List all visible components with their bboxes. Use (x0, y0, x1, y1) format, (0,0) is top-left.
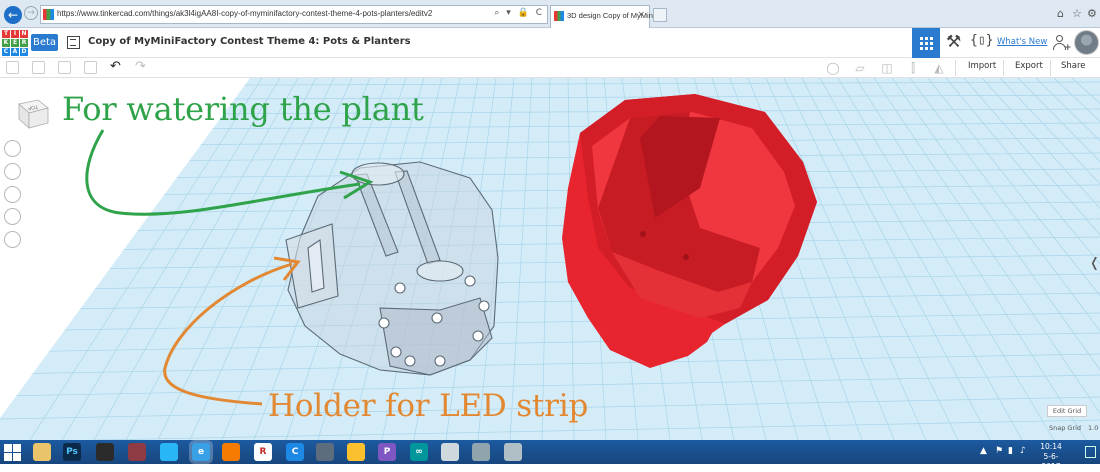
align-icon[interactable]: ⫿ (906, 61, 920, 75)
redo-icon[interactable]: ↷ (135, 59, 146, 74)
notepad-icon[interactable] (441, 443, 459, 461)
toolbar-divider (1050, 60, 1051, 76)
logo-letter: R (20, 39, 28, 47)
home-icon[interactable]: ⌂ (1057, 7, 1064, 20)
add-user-icon[interactable]: + (1052, 34, 1072, 53)
delete-icon[interactable] (84, 61, 97, 74)
group-icon[interactable]: ◫ (880, 61, 894, 75)
snap-grid-label: Snap Grid (1049, 424, 1082, 432)
address-url[interactable]: https://www.tinkercad.com/things/ak3l4ig… (57, 9, 432, 18)
projection-button[interactable] (4, 231, 21, 248)
app-header: T I N K E R C A D Beta Copy of MyMiniFac… (0, 28, 1100, 58)
inkscape-icon[interactable] (96, 443, 114, 461)
share-button[interactable]: Share (1061, 61, 1086, 71)
flag-icon[interactable]: ⚑ (995, 446, 1003, 456)
toolbar: ↶ ↷ ◯ ▱ ◫ ⫿ ◭ Import Export Share (0, 58, 1100, 78)
network-icon[interactable]: ▮ (1008, 446, 1013, 456)
address-bar[interactable]: https://www.tinkercad.com/things/ak3l4ig… (40, 5, 548, 24)
notes-icon[interactable]: ◯ (826, 61, 840, 75)
copy-icon[interactable] (6, 61, 19, 74)
browser-bar: ← → https://www.tinkercad.com/things/ak3… (0, 0, 1100, 28)
clock[interactable]: 10:14 5-6-2017 (1036, 442, 1066, 472)
toolbar-divider (1003, 60, 1004, 76)
cura-icon[interactable]: C (286, 443, 304, 461)
tinkercad-logo[interactable]: T I N K E R C A D (2, 30, 28, 56)
annotation-watering: For watering the plant (62, 90, 424, 128)
codeblocks-icon: {▯} (970, 33, 994, 48)
home-view-button[interactable] (4, 140, 21, 157)
forward-button[interactable]: → (24, 6, 38, 20)
ruler-icon[interactable]: ▱ (853, 61, 867, 75)
taskbar: Ps e R C P ∞ ▲ ⚑ ▮ ♪ 10:14 5-6-2017 (0, 440, 1100, 471)
clock-date: 5-6-2017 (1041, 452, 1061, 471)
arduino-icon[interactable]: ∞ (410, 443, 428, 461)
explorer-icon[interactable] (33, 443, 51, 461)
notifications-icon[interactable] (1085, 446, 1096, 458)
paste-icon[interactable] (32, 61, 45, 74)
purple-app-icon[interactable]: P (378, 443, 396, 461)
bluetooth-icon[interactable] (472, 443, 490, 461)
chrome-like-icon[interactable] (347, 443, 365, 461)
snap-grid-value[interactable]: 1.0 (1088, 424, 1098, 432)
blocks-view-button[interactable]: ⚒ (940, 28, 968, 58)
tab-close-icon[interactable]: × (637, 10, 645, 20)
monitor-icon[interactable] (504, 443, 522, 461)
firefox-icon[interactable] (222, 443, 240, 461)
photoshop-icon[interactable]: Ps (63, 443, 81, 461)
import-button[interactable]: Import (968, 61, 996, 71)
avatar[interactable] (1074, 30, 1099, 55)
address-tools-icon[interactable]: ⌕ ▾ 🔒 C (494, 8, 544, 18)
back-button[interactable]: ← (4, 6, 22, 24)
favorites-icon[interactable]: ☆ (1072, 7, 1082, 20)
paper-plane-icon[interactable] (160, 443, 178, 461)
workspace[interactable]: TOP ❬ Edit Grid Snap Grid 1.0 For wateri… (0, 78, 1100, 440)
plus-icon: + (1064, 43, 1072, 53)
logo-letter: N (20, 30, 28, 38)
logo-letter: E (11, 39, 19, 47)
clock-time: 10:14 (1040, 442, 1062, 451)
design-title[interactable]: Copy of MyMiniFactory Contest Theme 4: P… (88, 36, 411, 47)
start-button[interactable] (4, 444, 21, 461)
logo-letter: C (2, 48, 10, 56)
grid-view-icon (920, 37, 933, 50)
fit-view-button[interactable] (4, 163, 21, 180)
tab-favicon-icon (554, 11, 564, 21)
browser-tab[interactable]: 3D design Copy of MyMiniF... × (550, 5, 665, 28)
pickaxe-icon: ⚒ (946, 32, 962, 52)
favicon-icon (43, 9, 54, 20)
zoom-in-button[interactable] (4, 186, 21, 203)
3d-builder-icon[interactable] (128, 443, 146, 461)
tray-arrow-icon[interactable]: ▲ (980, 446, 987, 456)
3d-view-button[interactable] (912, 28, 940, 58)
revit-icon[interactable]: R (254, 443, 272, 461)
zoom-out-button[interactable] (4, 208, 21, 225)
cloud-icon[interactable] (316, 443, 334, 461)
export-button[interactable]: Export (1015, 61, 1043, 71)
duplicate-icon[interactable] (58, 61, 71, 74)
logo-letter: T (2, 30, 10, 38)
internet-explorer-icon[interactable]: e (192, 443, 210, 461)
view-cube[interactable]: TOP (14, 96, 52, 130)
undo-icon[interactable]: ↶ (110, 59, 121, 74)
mirror-icon[interactable]: ◭ (932, 61, 946, 75)
tab-title: 3D design Copy of MyMiniF... (567, 11, 665, 20)
collapse-panel-icon[interactable]: ❬ (1089, 254, 1100, 274)
new-tab-button[interactable] (653, 8, 667, 22)
toolbar-divider (955, 60, 956, 76)
edit-grid-button[interactable]: Edit Grid (1047, 405, 1087, 417)
codeblocks-button[interactable]: {▯} (967, 28, 995, 58)
annotation-led-holder: Holder for LED strip (268, 388, 589, 424)
whats-new-link[interactable]: What's New (997, 37, 1047, 47)
logo-letter: D (20, 48, 28, 56)
logo-letter: K (2, 39, 10, 47)
workplane-scene[interactable] (0, 78, 1100, 440)
design-list-icon[interactable] (67, 36, 80, 49)
logo-letter: A (11, 48, 19, 56)
settings-icon[interactable]: ⚙ (1087, 7, 1097, 20)
beta-badge: Beta (31, 34, 58, 51)
logo-letter: I (11, 30, 19, 38)
volume-icon[interactable]: ♪ (1020, 446, 1026, 456)
